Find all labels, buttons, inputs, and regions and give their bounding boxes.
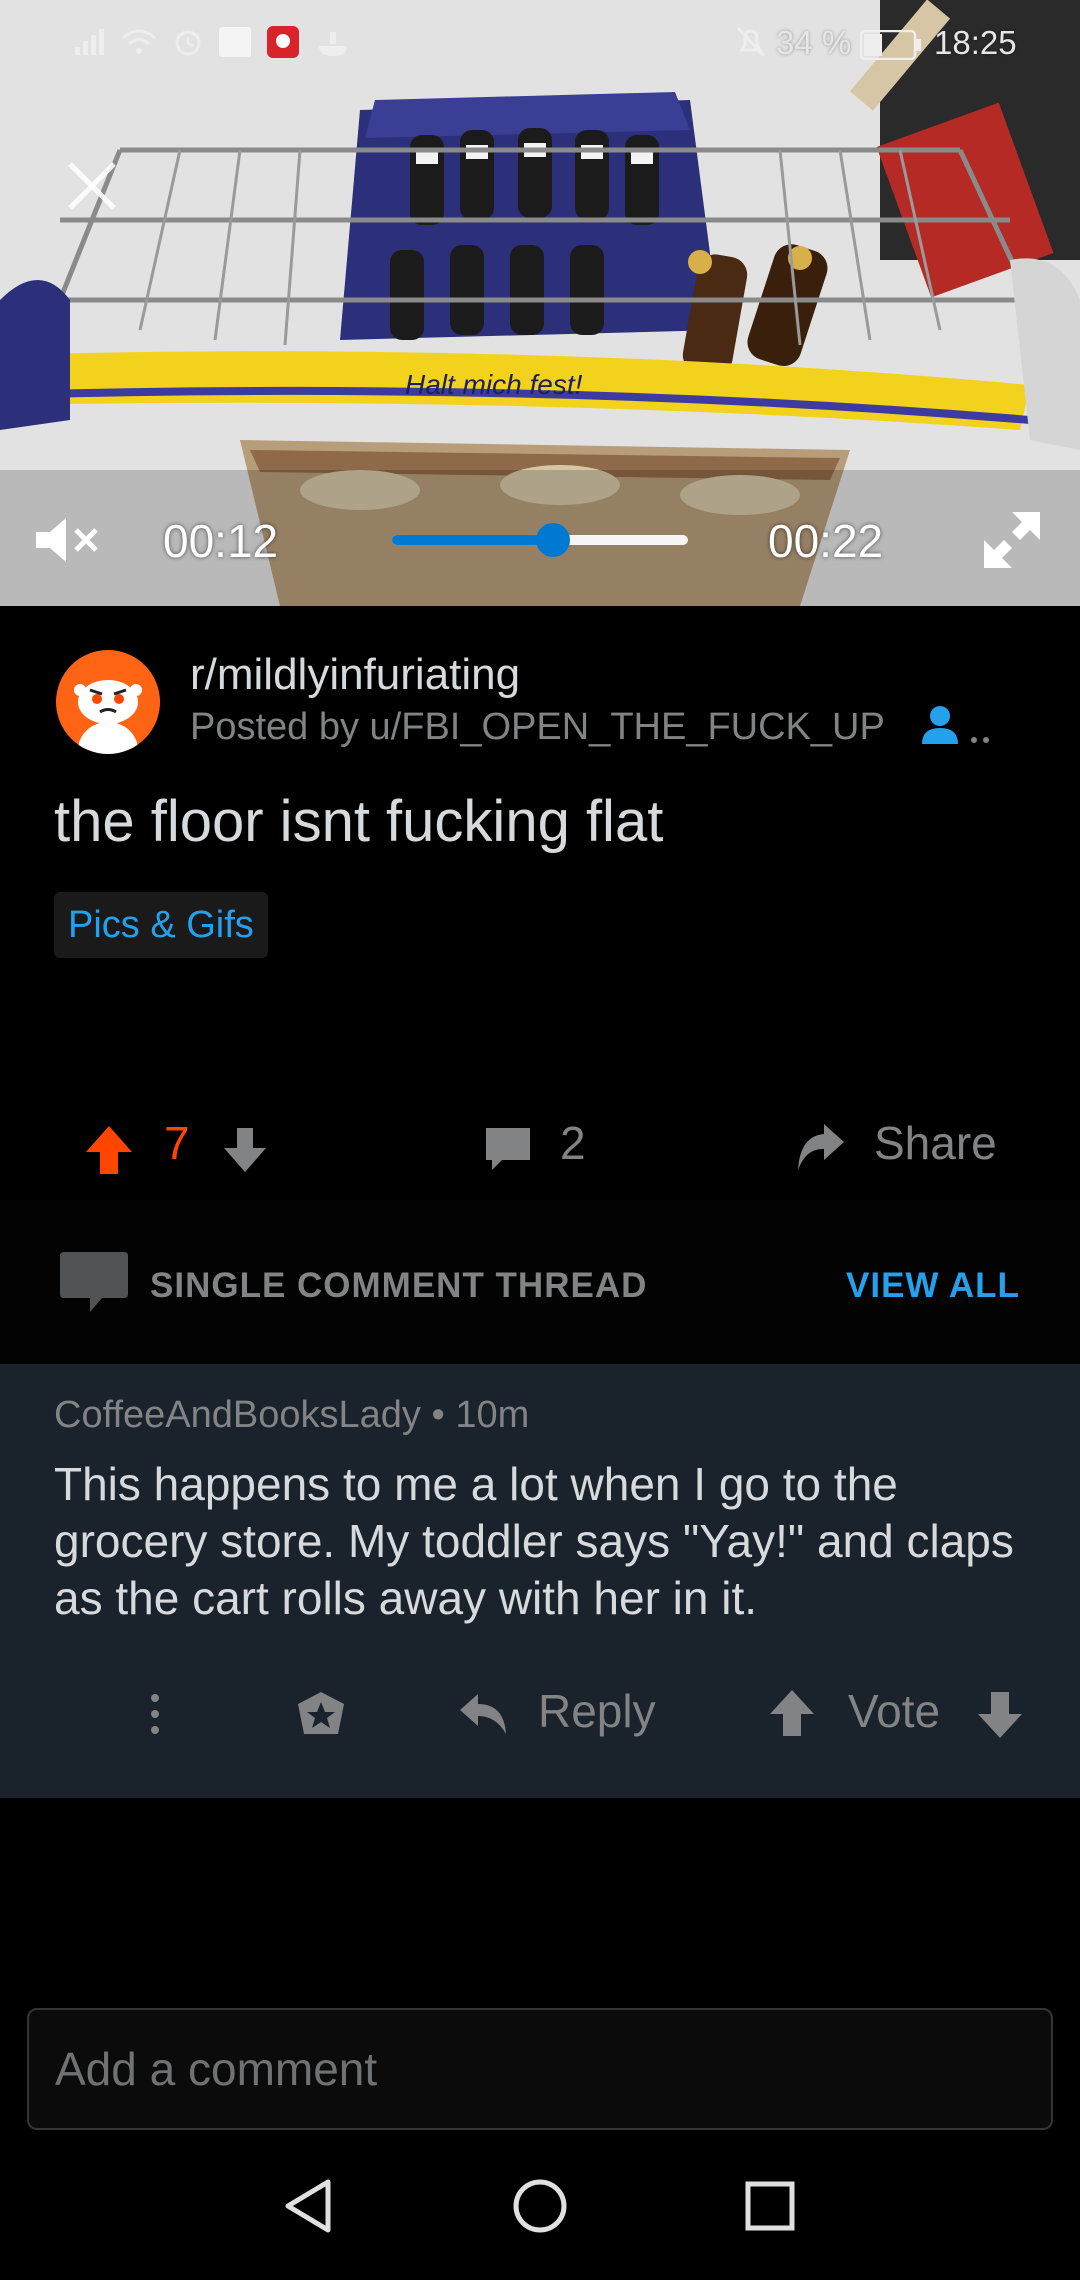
comment-body: This happens to me a lot when I go to th… <box>54 1458 1014 1624</box>
subreddit-name[interactable]: r/mildlyinfuriating <box>190 650 520 700</box>
post-flair[interactable]: Pics & Gifs <box>54 892 268 958</box>
system-navigation-bar <box>0 2136 1080 2280</box>
comment: CoffeeAndBooksLady • 10m This happens to… <box>0 1364 1080 1798</box>
fullscreen-icon[interactable] <box>982 510 1042 575</box>
seek-bar[interactable] <box>392 523 688 557</box>
reply-button[interactable]: Reply <box>538 1684 656 1738</box>
comment-age: 10m <box>455 1394 530 1436</box>
reply-icon[interactable] <box>458 1690 510 1743</box>
upvote-icon[interactable] <box>84 1124 134 1181</box>
post-header: r/mildlyinfuriating Posted by u/FBI_OPEN… <box>0 606 1080 1200</box>
home-icon[interactable] <box>512 2178 568 2239</box>
gallery-icon <box>219 27 251 62</box>
handle-sign-text: Halt mich fest! <box>405 369 583 400</box>
video-controls: 00:12 00:22 <box>0 500 1080 580</box>
battery-icon <box>859 29 922 65</box>
comment-downvote-icon[interactable] <box>976 1690 1024 1745</box>
comment-meta: CoffeeAndBooksLady • 10m <box>54 1394 529 1437</box>
thread-label: SINGLE COMMENT THREAD <box>150 1266 648 1305</box>
huawei-app-icon <box>267 26 299 63</box>
comment-count[interactable]: 2 <box>560 1116 586 1170</box>
vote-label: Vote <box>848 1685 941 1737</box>
award-icon[interactable] <box>296 1690 346 1743</box>
more-options-icon[interactable] <box>148 1692 162 1741</box>
meta-separator: • <box>431 1394 456 1436</box>
status-time: 18:25 <box>934 24 1017 61</box>
seek-bar-progress <box>392 535 554 545</box>
status-icons <box>75 26 351 63</box>
duration: 00:22 <box>768 515 884 567</box>
post-title: the floor isnt fucking flat <box>54 789 664 854</box>
comment-thread-icon <box>60 1250 128 1321</box>
comment-author[interactable]: CoffeeAndBooksLady <box>54 1394 421 1436</box>
post-author[interactable]: Posted by u/FBI_OPEN_THE_FUCK_UP <box>190 706 885 749</box>
comment-upvote-icon[interactable] <box>768 1688 816 1743</box>
add-comment-placeholder: Add a comment <box>55 2043 378 2095</box>
recents-icon[interactable] <box>744 2180 796 2237</box>
mute-icon[interactable] <box>34 512 104 573</box>
subreddit-avatar[interactable] <box>56 650 160 754</box>
person-icon <box>918 704 994 751</box>
share-icon[interactable] <box>794 1122 846 1179</box>
comment-thread-bar: SINGLE COMMENT THREAD VIEW ALL <box>0 1200 1080 1364</box>
view-all-button[interactable]: VIEW ALL <box>846 1266 1020 1306</box>
wifi-icon <box>121 28 157 61</box>
alarm-icon <box>173 27 203 62</box>
current-time: 00:12 <box>163 515 279 567</box>
mute-notification-icon <box>736 26 766 63</box>
signal-icon <box>75 29 105 60</box>
vote-count: 7 <box>164 1117 190 1169</box>
downvote-icon[interactable] <box>222 1126 268 1179</box>
add-comment-input[interactable]: Add a comment <box>27 2008 1053 2130</box>
video-player[interactable]: Halt mich fest! 34 % 18:25 00:12 00:22 <box>0 0 1080 606</box>
compose-area: Add a comment <box>0 1986 1080 2136</box>
back-icon[interactable] <box>282 2178 334 2239</box>
share-button[interactable]: Share <box>874 1116 997 1170</box>
battery-percent: 34 % <box>776 24 852 61</box>
cloud-icon <box>315 28 351 61</box>
close-icon[interactable] <box>64 158 120 214</box>
seek-bar-handle[interactable] <box>536 523 571 557</box>
comment-icon[interactable] <box>484 1126 532 1179</box>
